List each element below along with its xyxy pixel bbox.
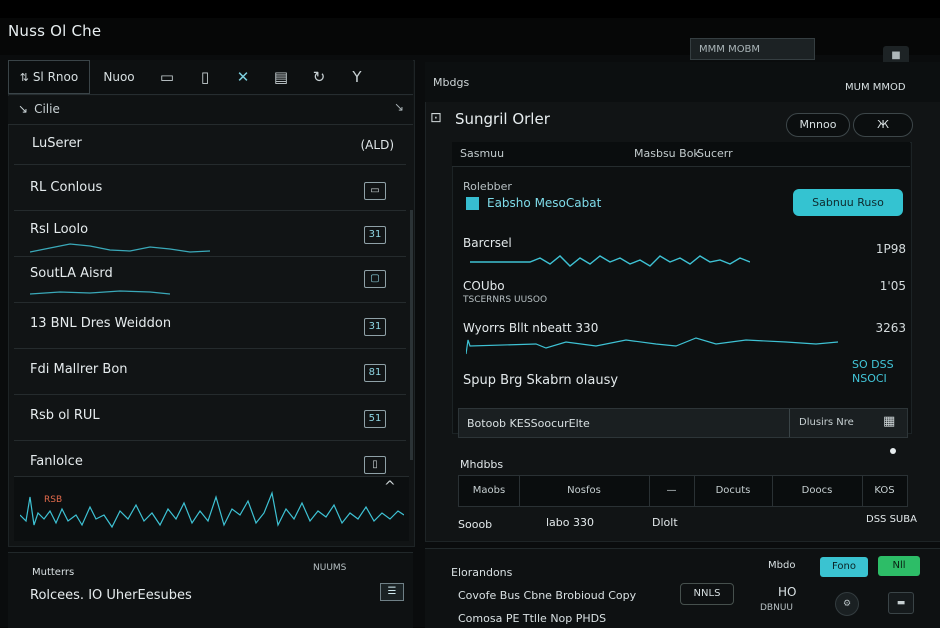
metric-value-secondary: SO DSS <box>852 358 894 371</box>
image-icon: ▢ <box>364 270 386 288</box>
settings-icon[interactable]: ⚙ <box>835 592 859 616</box>
metric-name: COUbo <box>463 279 505 293</box>
list-item[interactable]: Rsl Loolo 31 <box>14 212 406 257</box>
bottom-right-small: HO <box>778 585 797 599</box>
waveform-plot <box>20 490 404 529</box>
folder-icon: ▭ <box>364 182 386 200</box>
bottom-row-1[interactable]: Covofe Bus Cbne Brobioud Copy <box>458 589 636 602</box>
section-title: ↘ Cilie <box>18 102 60 116</box>
bottom-teal-button[interactable]: Fono <box>820 557 868 577</box>
toolbar-primary-button[interactable]: ⇅ Sl Rnoo <box>8 60 90 94</box>
toolbar-label-button[interactable]: Nuoo <box>90 60 148 94</box>
secondary-action-button[interactable]: Ж <box>853 113 913 137</box>
calendar-icon: 31 <box>364 226 386 244</box>
right-header-right: MUM MMOD <box>845 82 906 93</box>
row-sparkline <box>30 290 170 295</box>
lower-right-label: NUUMS <box>313 563 347 573</box>
bottom-right-small-2: DBNUU <box>760 603 794 613</box>
total-far: DSS SUBA <box>866 514 917 525</box>
list-item[interactable]: SoutLA Aisrd ▢ <box>14 258 406 303</box>
list-item-tag: (ALD) <box>360 138 395 152</box>
file-icon[interactable]: ▯ <box>186 60 224 94</box>
row-sparkline <box>30 243 210 253</box>
bottom-chip[interactable]: NNLS <box>680 583 734 605</box>
metric-value-tertiary: NSOCI <box>852 372 887 385</box>
status-right: Dlusirs Nre <box>799 417 854 428</box>
bottom-row-2[interactable]: Comosa PE Ttlle Nop PHDS <box>458 612 606 625</box>
sub-label: Rolebber <box>463 180 512 193</box>
list-item[interactable]: 13 BNL Dres Weiddon 31 <box>14 304 406 349</box>
bottom-mid-label: Mbdo <box>768 560 796 571</box>
list-icon[interactable]: ☰ <box>380 583 404 601</box>
tab-bar: Sasmuu Masbsu Bok Sucerr <box>452 142 910 167</box>
lower-label: Mutterrs <box>32 567 75 578</box>
expand-icon[interactable]: ↘ <box>18 102 28 116</box>
right-header: Mbdgs MUM MMOD <box>425 62 940 102</box>
table-cell[interactable]: Doocs <box>772 476 863 506</box>
link-icon[interactable]: ✕ <box>224 60 262 94</box>
left-toolbar: ⇅ Sl Rnoo Nuoo ▭ ▯ ✕ ▤ ↻ Y <box>8 60 413 95</box>
total-mid: labo 330 <box>546 516 595 529</box>
table-cell[interactable]: KOS <box>862 476 907 506</box>
table-cell[interactable]: Docuts <box>694 476 773 506</box>
metric-value: 1'05 <box>879 279 906 293</box>
status-row: Botoob KESSoocurElte Dlusirs Nre ▦ <box>458 408 908 438</box>
list-scrollbar[interactable] <box>410 210 413 460</box>
bottom-green-button[interactable]: Nll <box>878 556 920 576</box>
panel-title: Sungril Orler <box>455 110 550 128</box>
calendar-icon: 81 <box>364 364 386 382</box>
sort-icon: ⇅ <box>19 70 29 84</box>
table-cell[interactable]: Maobs <box>459 476 520 506</box>
tab-sucerr[interactable]: Sucerr <box>697 147 733 160</box>
top-search-input[interactable]: MMM MOBM <box>690 38 815 60</box>
status-dot <box>890 448 896 454</box>
metric-sparkline <box>466 337 838 355</box>
data-table: Maobs Nosfos — Docuts Doocs KOS <box>458 475 908 507</box>
checkbox[interactable] <box>466 197 479 210</box>
list-item[interactable]: Fdi Mallrer Bon 81 <box>14 350 406 395</box>
status-divider <box>789 409 790 437</box>
below-label: Mhdbbs <box>460 458 504 471</box>
waveform-panel: RSB ^ <box>14 476 409 541</box>
calendar-icon: 31 <box>364 318 386 336</box>
metric-value: 3263 <box>875 321 906 335</box>
list-item[interactable]: RL Conlous ▭ <box>14 166 406 211</box>
document-icon[interactable]: ▤ <box>262 60 300 94</box>
table-cell[interactable]: — <box>649 476 695 506</box>
grid-icon[interactable]: ▦ <box>883 414 895 429</box>
list-item[interactable]: LuSerer (ALD) <box>14 126 406 165</box>
primary-action-button[interactable]: Mnnoo <box>786 113 850 137</box>
section-collapse-icon[interactable]: ↘ <box>394 100 404 114</box>
section-header: ↘ Cilie ↘ <box>8 96 413 125</box>
metric-value: 1P98 <box>875 242 906 256</box>
bottom-label: Elorandons <box>451 566 513 579</box>
tab-sasmuu[interactable]: Sasmuu <box>460 147 504 160</box>
screen-bezel <box>0 0 940 18</box>
document-icon: ▯ <box>364 456 386 474</box>
content-box <box>452 142 912 434</box>
refresh-icon[interactable]: ↻ <box>300 60 338 94</box>
list-item[interactable]: Rsb ol RUL 51 <box>14 396 406 441</box>
metric-name: Spup Brg Skabrn olausy <box>463 373 619 388</box>
tab-masbsu[interactable]: Masbsu Bok <box>634 147 700 160</box>
square-icon[interactable]: ▭ <box>148 60 186 94</box>
status-text: Botoob KESSoocurElte <box>467 417 590 430</box>
metric-sparkline <box>470 255 750 267</box>
total-right: Dlolt <box>652 516 678 529</box>
accent-button[interactable]: Sabnuu Ruso <box>793 189 903 216</box>
filter-icon[interactable]: Y <box>338 60 376 94</box>
right-header-label: Mbdgs <box>433 76 470 89</box>
left-lower-panel: Mutterrs NUUMS Rolcees. IO UherEesubes ☰ <box>8 552 413 628</box>
table-cell[interactable]: Nosfos <box>519 476 650 506</box>
panel-icon: ⊡ <box>430 110 442 126</box>
calendar-icon: 51 <box>364 410 386 428</box>
menu-icon[interactable]: ▬ <box>888 592 914 614</box>
checkbox-label: Eabsho MesoCabat <box>487 196 602 210</box>
metric-subtitle: TSCERNRS UUSOO <box>463 295 548 305</box>
lower-entry[interactable]: Rolcees. IO UherEesubes <box>30 588 192 603</box>
app-title: Nuss Ol Che <box>8 22 102 40</box>
total-label: Sooob <box>458 518 493 531</box>
